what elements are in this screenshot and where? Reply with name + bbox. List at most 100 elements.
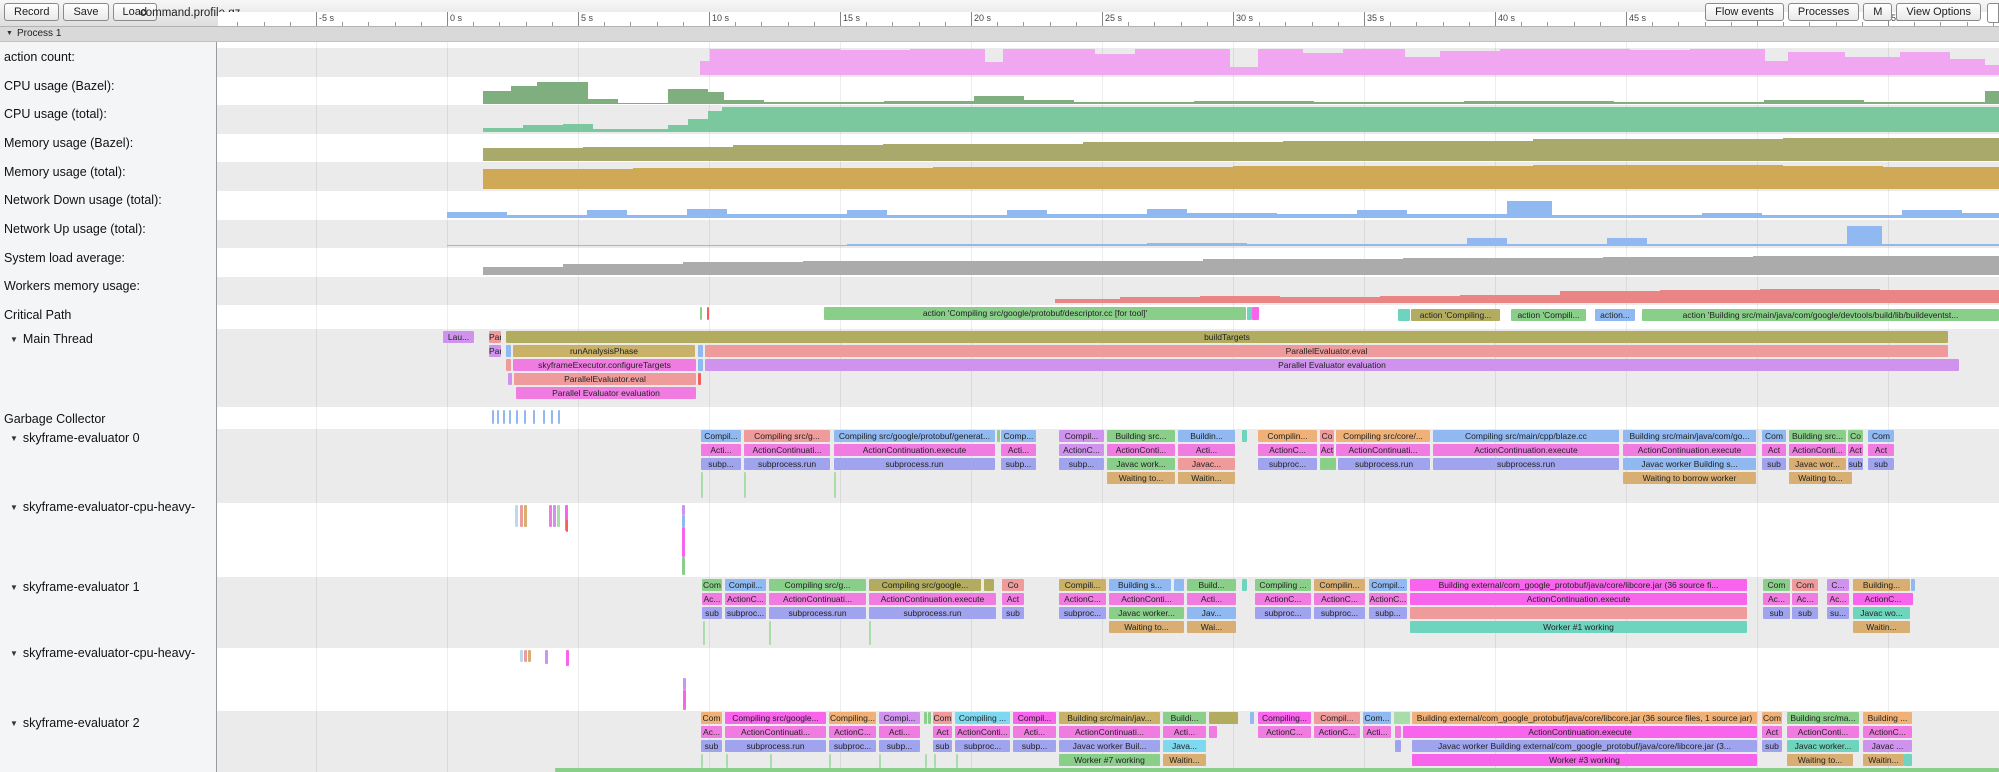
trace-event[interactable]: Compilin... (1314, 579, 1365, 591)
trace-event[interactable]: ActionC... (1258, 444, 1317, 456)
trace-event[interactable]: skyframeExecutor.configureTargets (513, 359, 696, 371)
trace-event[interactable]: action 'Building src/main/java/com/googl… (1642, 309, 1999, 321)
trace-event[interactable] (566, 520, 568, 532)
trace-event[interactable] (497, 410, 499, 424)
trace-event[interactable]: Compiling ... (1255, 579, 1311, 591)
trace-event[interactable] (1250, 712, 1254, 724)
trace-event[interactable] (1398, 309, 1410, 321)
trace-event[interactable]: Compil... (1369, 579, 1407, 591)
trace-event[interactable]: Compilin... (1258, 430, 1317, 442)
trace-event[interactable] (698, 373, 701, 385)
collapse-triangle-icon[interactable]: ▼ (10, 434, 18, 443)
trace-event[interactable] (925, 754, 927, 768)
collapse-triangle-icon[interactable]: ▼ (10, 649, 18, 658)
trace-event[interactable]: Co (1320, 430, 1334, 442)
trace-event[interactable]: Compili... (1059, 579, 1106, 591)
trace-event[interactable]: Waitin... (1863, 754, 1904, 766)
trace-event[interactable] (528, 650, 531, 662)
trace-event[interactable] (726, 754, 728, 768)
trace-event[interactable]: ActionC... (1863, 726, 1912, 738)
trace-event[interactable]: subproc... (725, 607, 766, 619)
collapse-triangle-icon[interactable]: ▼ (10, 503, 18, 512)
trace-event[interactable]: Acti... (1363, 726, 1391, 738)
trace-event[interactable] (557, 505, 560, 527)
trace-event[interactable]: Wai... (1187, 621, 1236, 633)
trace-event[interactable] (682, 515, 685, 527)
trace-event[interactable]: Waiting to... (1787, 754, 1853, 766)
trace-event[interactable]: Ac... (1827, 593, 1849, 605)
trace-event[interactable]: Com (702, 579, 722, 591)
trace-event[interactable]: Worker #1 working (1410, 621, 1747, 633)
trace-event[interactable]: Buildi... (1163, 712, 1206, 724)
trace-event[interactable]: Compil... (725, 579, 766, 591)
trace-event[interactable] (769, 621, 771, 645)
collapse-triangle-icon[interactable]: ▼ (6, 27, 13, 41)
trace-event[interactable]: ActionC... (1059, 593, 1106, 605)
trace-event[interactable]: ActionConti... (955, 726, 1010, 738)
trace-event[interactable]: Acti... (1178, 444, 1235, 456)
trace-event[interactable]: Act (933, 726, 952, 738)
trace-event[interactable]: Compiling src/main/cpp/blaze.cc (1433, 430, 1619, 442)
trace-event[interactable]: Compil... (1314, 712, 1360, 724)
trace-event[interactable]: Act (1762, 726, 1782, 738)
trace-event[interactable] (924, 712, 927, 724)
trace-event[interactable] (879, 754, 881, 768)
trace-event[interactable]: subprocess.run (725, 740, 826, 752)
trace-event[interactable]: subprocess.run (744, 458, 830, 470)
trace-event[interactable]: Ac... (702, 593, 722, 605)
trace-event[interactable]: subprocess.run (1433, 458, 1619, 470)
trace-event[interactable]: Java... (1163, 740, 1206, 752)
trace-event[interactable]: Com (1868, 430, 1894, 442)
process-header[interactable]: ▼Process 1 (0, 27, 1999, 42)
trace-event[interactable]: Compiling src/g... (769, 579, 866, 591)
trace-event[interactable]: Compiling... (1258, 712, 1311, 724)
trace-event[interactable] (682, 527, 685, 557)
trace-event[interactable]: subprocess.run (769, 607, 866, 619)
trace-event[interactable] (558, 410, 560, 424)
trace-event[interactable] (701, 472, 703, 498)
trace-event[interactable]: Acti... (701, 444, 741, 456)
trace-event[interactable]: Com (1763, 579, 1790, 591)
trace-event[interactable]: ActionC... (1853, 593, 1913, 605)
trace-event[interactable]: buildTargets (506, 331, 1948, 343)
trace-event[interactable]: sub (1868, 458, 1894, 470)
trace-event[interactable]: Building... (1853, 579, 1910, 591)
trace-event[interactable]: ActionC... (829, 726, 876, 738)
trace-event[interactable]: Acti... (1001, 444, 1036, 456)
trace-event[interactable]: runAnalysisPhase (513, 345, 695, 357)
trace-event[interactable]: Waitin... (1178, 472, 1235, 484)
trace-event[interactable]: Com (1762, 430, 1786, 442)
trace-event[interactable]: Parallel Evaluator evaluation (705, 359, 1959, 371)
trace-event[interactable] (744, 472, 746, 498)
trace-event[interactable]: sub (1762, 740, 1782, 752)
trace-event[interactable]: Waitin... (1853, 621, 1910, 633)
trace-event[interactable]: subproc... (955, 740, 1010, 752)
trace-event[interactable]: Act (1868, 444, 1894, 456)
flow-events-button[interactable]: Flow events (1705, 3, 1784, 21)
trace-event[interactable]: ActionConti... (1789, 444, 1846, 456)
trace-event[interactable]: Parallel Evaluator evaluation (516, 387, 696, 399)
trace-event[interactable]: Comp... (1001, 430, 1036, 442)
trace-event[interactable] (1394, 712, 1410, 724)
trace-event[interactable]: Ac... (1763, 593, 1790, 605)
trace-event[interactable] (1252, 307, 1259, 320)
trace-event[interactable] (869, 621, 871, 645)
trace-event[interactable] (549, 505, 552, 527)
trace-event[interactable]: Compiling src/google... (869, 579, 981, 591)
trace-event[interactable]: Build... (1187, 579, 1236, 591)
trace-event[interactable]: ActionC... (1314, 593, 1365, 605)
trace-event[interactable]: Waiting to... (1109, 621, 1184, 633)
trace-event[interactable]: subprocess.run (869, 607, 996, 619)
trace-event[interactable] (956, 754, 958, 768)
trace-event[interactable]: ActionContinuati... (769, 593, 866, 605)
collapse-triangle-icon[interactable]: ▼ (10, 719, 18, 728)
trace-event[interactable]: subp... (1059, 458, 1104, 470)
trace-event[interactable]: Javac ... (1863, 740, 1912, 752)
trace-event[interactable]: Compiling ... (955, 712, 1010, 724)
save-button[interactable]: Save (63, 3, 108, 21)
trace-event[interactable]: subp... (1369, 607, 1407, 619)
trace-event[interactable]: Building external/com_google_protobuf/ja… (1410, 579, 1747, 591)
trace-event[interactable]: ActionC... (1369, 593, 1407, 605)
trace-event[interactable]: Waiting to... (1107, 472, 1175, 484)
trace-event[interactable]: Acti... (1163, 726, 1206, 738)
